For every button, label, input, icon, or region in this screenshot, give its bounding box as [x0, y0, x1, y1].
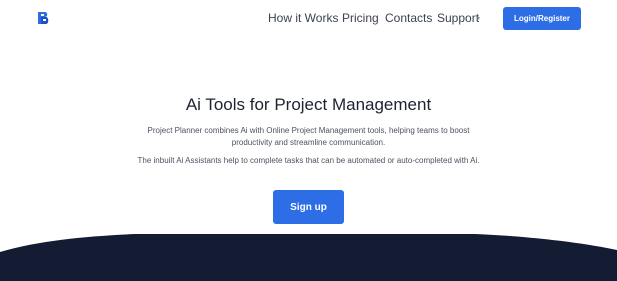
nav-link-contacts[interactable]: Contacts: [385, 11, 432, 25]
hero-subdescription: The inbuilt Ai Assistants help to comple…: [137, 156, 480, 165]
logo-icon[interactable]: [36, 11, 50, 25]
nav-link-support[interactable]: Support: [437, 11, 479, 25]
nav-link-how-it-works[interactable]: How it Works: [268, 11, 338, 25]
signup-button[interactable]: Sign up: [273, 190, 344, 224]
hero-description: Project Planner combines Ai with Online …: [147, 126, 470, 147]
footer-wave: [0, 234, 617, 281]
login-register-button[interactable]: Login/Register: [503, 7, 581, 30]
chevron-down-icon[interactable]: ▾: [477, 15, 480, 22]
nav-link-pricing[interactable]: Pricing: [342, 11, 379, 25]
top-nav: How it Works Pricing Contacts Support ▾ …: [0, 0, 617, 38]
hero-title: Ai Tools for Project Management: [185, 95, 432, 114]
